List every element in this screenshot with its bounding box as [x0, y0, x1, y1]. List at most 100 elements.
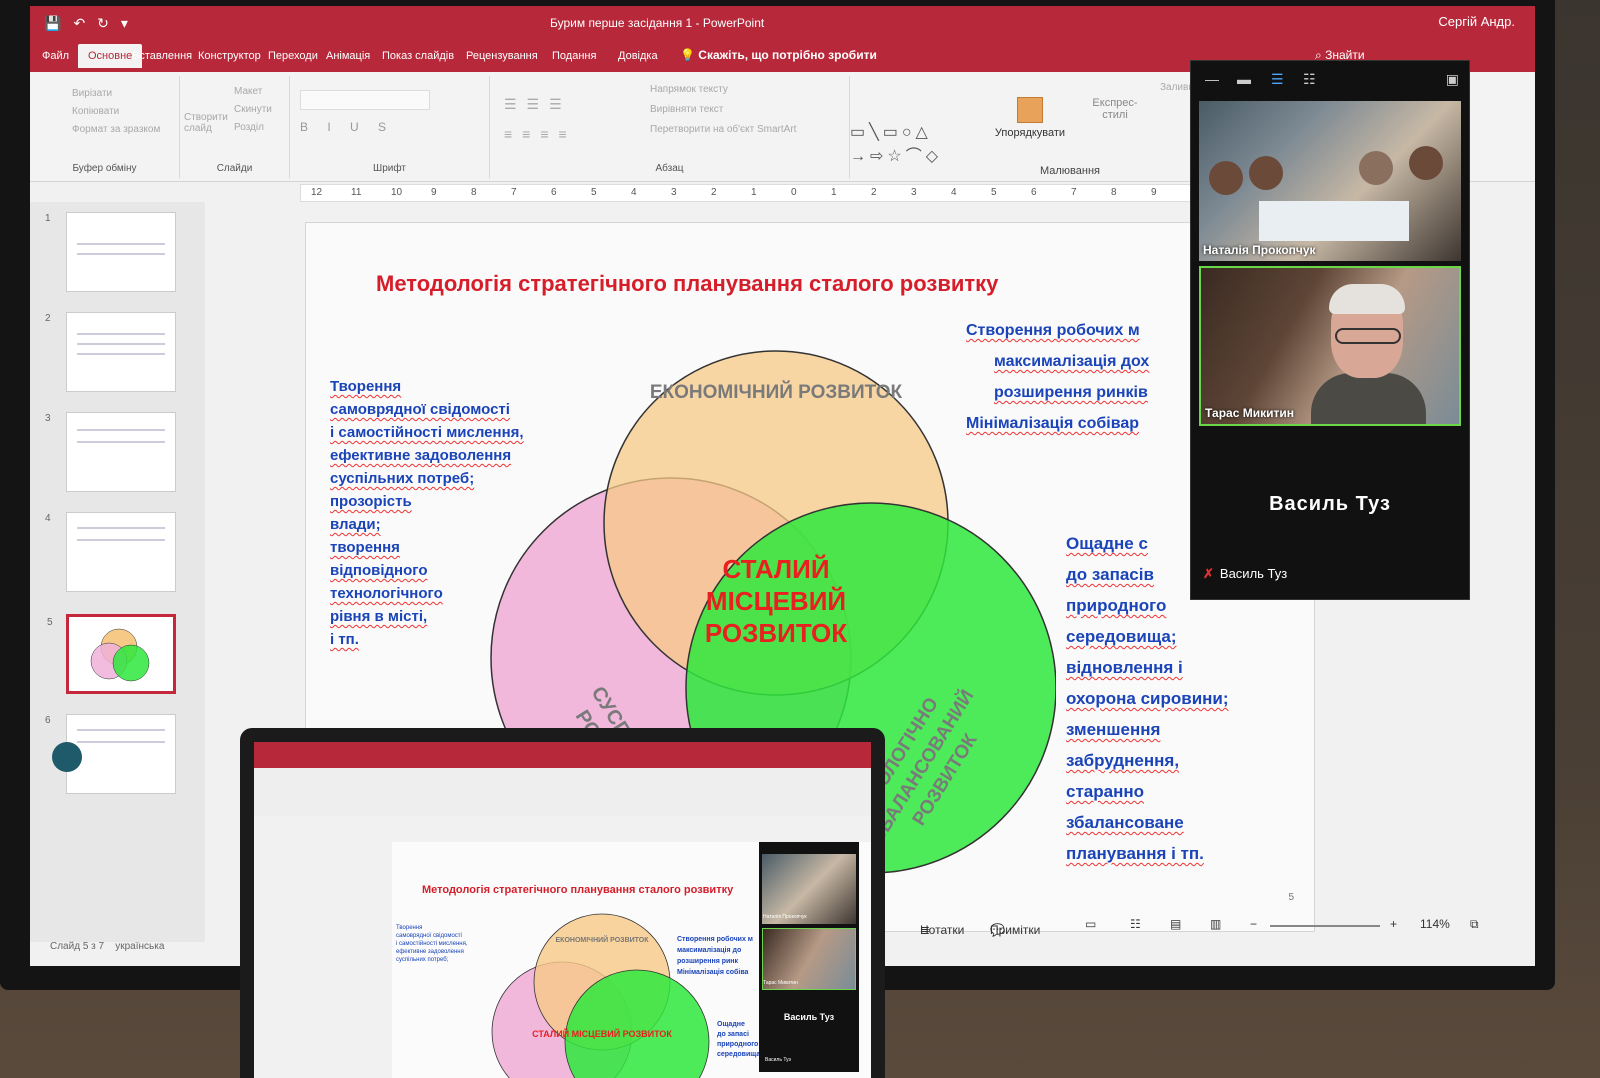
zoom-slider[interactable] [1270, 925, 1380, 927]
right-bottom-line: забруднення, [1066, 751, 1180, 770]
tab-view[interactable]: Подання [552, 50, 596, 62]
tab-review[interactable]: Рецензування [466, 50, 538, 62]
slide-thumbnail[interactable]: 2 [45, 312, 176, 392]
reset-button[interactable]: Скинути [234, 104, 272, 115]
document-title: Бурим перше засідання 1 - PowerPoint [550, 16, 765, 30]
slide-thumbnail[interactable]: 4 [45, 512, 176, 592]
zoom-in-icon[interactable]: + [1390, 917, 1397, 931]
tab-design[interactable]: Конструктор [198, 50, 261, 62]
reading-view-icon[interactable]: ▤ [1170, 917, 1181, 931]
tab-insert[interactable]: Вставлення [132, 50, 192, 62]
ruler-tick: 1 [751, 187, 757, 198]
right-bottom-line: відновлення і [1066, 658, 1183, 677]
active-participant-name: Василь Туз [1269, 493, 1391, 515]
laptop-venn-center-label: СТАЛИЙ МІСЦЕВИЙ РОЗВИТОК [532, 1028, 672, 1039]
zoom-level[interactable]: 114% [1420, 917, 1450, 931]
new-slide-button[interactable]: Створити слайд [184, 112, 228, 134]
user-account[interactable]: Сергій Андр. [1438, 14, 1515, 29]
venn-center-label: СТАЛИЙ [722, 554, 829, 584]
cut-button[interactable]: Вирізати [72, 88, 112, 99]
right-bottom-line: збалансоване [1066, 813, 1184, 832]
ruler-tick: 10 [391, 187, 403, 198]
quick-access-toolbar: 💾 ↶ ↻ ▾ [44, 15, 128, 32]
arrange-icon [1017, 97, 1043, 123]
customize-icon[interactable]: ▾ [121, 15, 128, 32]
slide-thumbnail[interactable]: 3 [45, 412, 176, 492]
laptop-participant-name: Василь Туз [765, 1057, 791, 1063]
tab-animations[interactable]: Анімація [326, 50, 370, 62]
smartart-button[interactable]: Перетворити на об'єкт SmartArt [650, 124, 796, 135]
align-text-button[interactable]: Вирівняти текст [650, 104, 723, 115]
zoom-out-icon[interactable]: − [1250, 917, 1257, 931]
slide-sorter-icon[interactable]: ☷ [1130, 917, 1141, 931]
comments-label: Примітки [990, 923, 1041, 937]
tab-transitions[interactable]: Переходи [268, 50, 318, 62]
section-button[interactable]: Розділ [234, 122, 264, 133]
arrange-label: Упорядкувати [994, 127, 1066, 139]
tab-slideshow[interactable]: Показ слайдів [382, 50, 454, 62]
gallery-view-icon[interactable]: ☷ [1303, 71, 1316, 88]
redo-icon[interactable]: ↻ [97, 15, 109, 32]
fit-slide-icon[interactable]: ⧉ [1470, 917, 1479, 932]
laptop-right-bottom-text: Ощадне до запасі природного середовища [717, 1021, 761, 1058]
slide-thumbnail-selected[interactable]: 5 [47, 614, 176, 694]
right-bottom-line: середовища; [1066, 627, 1177, 646]
participant-name: Тарас Микитин [1205, 406, 1294, 420]
horizontal-ruler: 12 11 10 9 8 7 6 5 4 3 2 1 0 1 2 3 4 5 6 7 8 9 [300, 184, 1200, 202]
right-bottom-line: старанно [1066, 782, 1144, 801]
view-icon[interactable]: ▬ [1237, 71, 1251, 87]
minimize-icon[interactable]: — [1205, 71, 1219, 87]
slideshow-icon[interactable]: ▥ [1210, 917, 1221, 931]
slide-thumbnail[interactable]: 6 [45, 714, 176, 794]
expand-icon[interactable]: ▣ [1446, 71, 1459, 88]
tab-file[interactable]: Файл [42, 50, 69, 62]
mic-muted-icon: ✗ [1203, 566, 1214, 581]
ruler-tick: 5 [991, 187, 997, 198]
zoom-video-panel[interactable]: — ▬ ☰ ☷ ▣ Наталія Прокопчук Тарас Микити… [1190, 60, 1470, 600]
slide-title[interactable]: Методологія стратегічного планування ста… [376, 271, 998, 297]
ruler-tick: 9 [431, 187, 437, 198]
save-icon[interactable]: 💾 [44, 15, 61, 32]
layout-button[interactable]: Макет [234, 86, 262, 97]
title-bar: 💾 ↶ ↻ ▾ Бурим перше засідання 1 - PowerP… [30, 6, 1535, 42]
ruler-tick: 7 [1071, 187, 1077, 198]
undo-icon[interactable]: ↶ [73, 15, 85, 32]
copy-button[interactable]: Копіювати [72, 106, 119, 117]
speaker-view-icon[interactable]: ☰ [1271, 71, 1284, 88]
slide-number: 5 [1288, 892, 1294, 903]
tab-help[interactable]: Довідка [618, 50, 658, 62]
right-bottom-line: охорона сировини; [1066, 689, 1229, 708]
ruler-tick: 3 [671, 187, 677, 198]
laptop-ribbon [254, 768, 871, 816]
drawing-label: Малювання [1039, 165, 1101, 177]
video-tile[interactable]: Наталія Прокопчук [1199, 101, 1461, 261]
shapes-gallery[interactable]: ▭╲▭○△ →⇨☆⌒◇ [850, 122, 942, 166]
video-tile-speaking[interactable]: Тарас Микитин [1199, 266, 1461, 426]
quick-styles-button[interactable]: Експрес-стилі [1080, 97, 1150, 121]
slides-label: Слайди [216, 163, 253, 174]
ruler-tick: 4 [631, 187, 637, 198]
language-status[interactable]: українська [115, 941, 164, 952]
format-painter-button[interactable]: Формат за зразком [72, 124, 160, 135]
laptop-venn: ЕКОНОМІЧНИЙ РОЗВИТОК СТАЛИЙ МІСЦЕВИЙ РОЗ… [491, 913, 710, 1078]
arrange-button[interactable]: Упорядкувати [990, 97, 1070, 139]
font-style-buttons[interactable]: B I U S [300, 120, 394, 134]
ruler-tick: 4 [951, 187, 957, 198]
ruler-tick: 2 [711, 187, 717, 198]
align-buttons[interactable]: ≡≡≡≡ [504, 126, 577, 142]
list-buttons[interactable]: ☰☰☰ [504, 96, 572, 113]
paragraph-label: Абзац [655, 163, 684, 174]
slide-thumbnail[interactable]: 1 [45, 212, 176, 292]
tell-me-box[interactable]: 💡 Скажіть, що потрібно зробити [680, 48, 877, 62]
ruler-tick: 9 [1151, 187, 1157, 198]
accessibility-icon[interactable] [52, 742, 82, 772]
text-direction-button[interactable]: Напрямок тексту [650, 84, 728, 95]
font-name-field[interactable] [300, 90, 430, 110]
photo-scene: 💾 ↶ ↻ ▾ Бурим перше засідання 1 - PowerP… [0, 0, 1600, 1078]
slide-count: Слайд 5 з 7 [50, 941, 105, 952]
ruler-tick: 3 [911, 187, 917, 198]
lightbulb-icon: 💡 [680, 48, 695, 62]
participant-name-muted: ✗ Василь Туз [1203, 566, 1287, 582]
normal-view-icon[interactable]: ▭ [1085, 917, 1096, 931]
status-bar-right: ≣ Нотатки 💬 Примітки ▭ ☷ ▤ ▥ − + 114% ⧉ [900, 911, 1530, 941]
